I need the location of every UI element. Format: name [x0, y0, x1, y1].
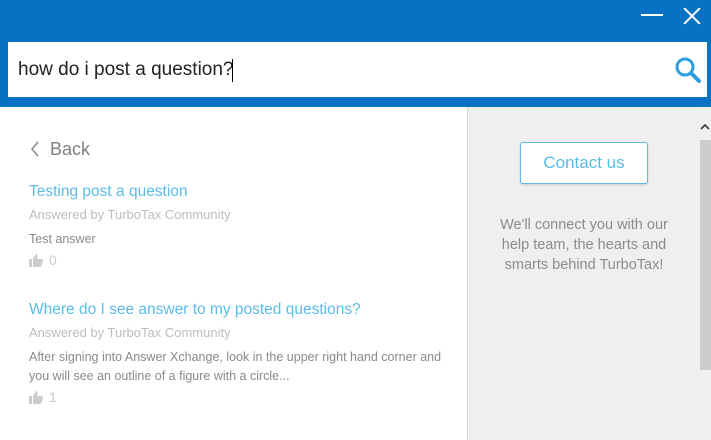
contact-us-button[interactable]: Contact us [520, 142, 648, 184]
result-title-link[interactable]: Testing post a question [29, 183, 459, 201]
minimize-icon[interactable] [640, 4, 666, 28]
thumbs-up-icon[interactable] [29, 390, 43, 404]
scrollbar[interactable] [699, 107, 711, 440]
result-item: Where do I see answer to my posted quest… [29, 301, 459, 405]
title-bar [0, 0, 711, 107]
result-likes: 0 [29, 252, 459, 268]
contact-description: We'll connect you with our help team, th… [500, 217, 668, 273]
chevron-left-icon [30, 141, 39, 157]
back-button[interactable]: Back [30, 137, 90, 161]
scrollbar-thumb[interactable] [700, 140, 711, 370]
result-title-link[interactable]: Where do I see answer to my posted quest… [29, 301, 459, 319]
like-count: 0 [49, 252, 57, 268]
result-body: After signing into Answer Xchange, look … [29, 350, 442, 383]
result-meta: Answered by TurboTax Community [29, 207, 231, 222]
contact-panel: Contact us We'll connect you with our he… [468, 107, 699, 440]
result-item: Testing post a question Answered by Turb… [29, 183, 459, 268]
text-caret [232, 59, 233, 82]
back-label: Back [50, 138, 91, 159]
search-icon[interactable] [674, 56, 702, 84]
result-body: Test answer [29, 232, 96, 246]
search-input[interactable] [8, 42, 658, 97]
search-box [8, 42, 707, 97]
result-meta: Answered by TurboTax Community [29, 325, 231, 340]
like-count: 1 [49, 389, 57, 405]
result-likes: 1 [29, 389, 459, 405]
results-panel: Back Testing post a question Answered by… [0, 107, 467, 440]
close-icon[interactable] [680, 4, 706, 28]
thumbs-up-icon[interactable] [29, 253, 43, 267]
scroll-up-icon[interactable] [699, 121, 711, 133]
